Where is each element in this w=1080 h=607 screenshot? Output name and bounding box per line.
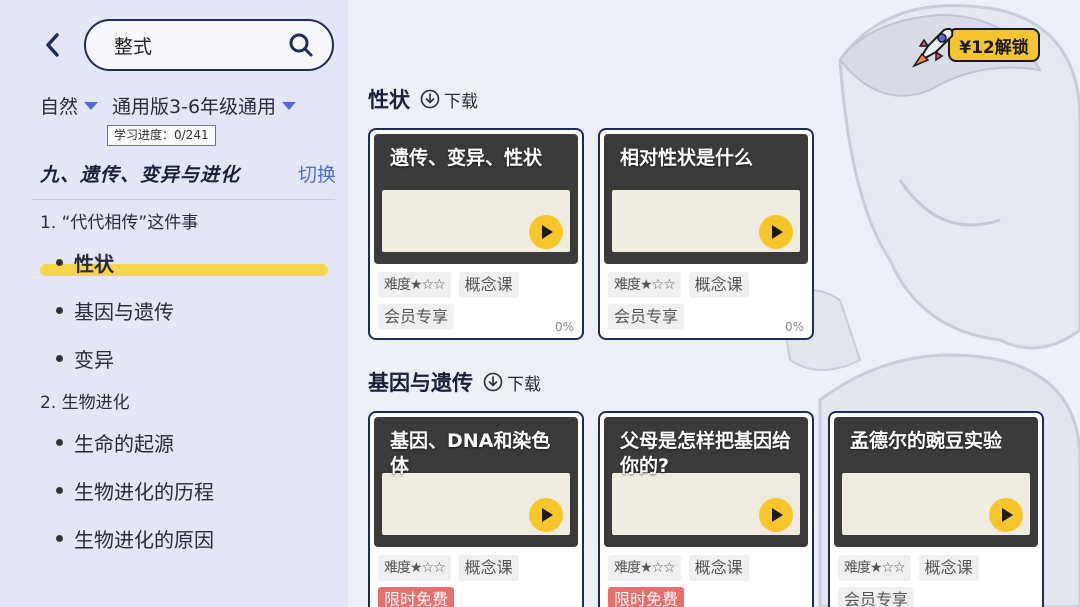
nav-item-label: 生命的起源 [74, 431, 174, 456]
subject-label: 自然 [40, 96, 79, 118]
back-button[interactable] [38, 30, 68, 60]
nav-item-label: 基因与遗传 [74, 299, 174, 324]
video-thumbnail: 孟德尔的豌豆实验 [834, 417, 1038, 547]
access-tag: 会员专享 [608, 304, 685, 330]
nav-item-label: 生物进化的原因 [74, 527, 214, 552]
difficulty-tag: 难度★☆☆ [608, 272, 681, 298]
video-thumbnail: 遗传、变异、性状 [374, 134, 578, 264]
difficulty-tag: 难度★☆☆ [838, 555, 911, 581]
nav-item-variation[interactable]: 变异 [40, 334, 336, 382]
card-title: 父母是怎样把基因给你的? [620, 430, 792, 477]
search-value: 整式 [114, 35, 153, 58]
type-tag: 概念课 [918, 555, 979, 581]
card-tags: 难度★☆☆ 概念课 限时免费 [608, 555, 806, 607]
video-thumbnail: 父母是怎样把基因给你的? [604, 417, 808, 547]
edition-label: 通用版3-6年级通用 [112, 96, 277, 118]
nav-item-genes-heredity[interactable]: 基因与遗传 [40, 286, 336, 334]
lesson-card[interactable]: 相对性状是什么 难度★☆☆ 概念课 会员专享 0% [598, 128, 814, 340]
card-tags: 难度★☆☆ 概念课 会员专享 [378, 272, 576, 330]
progress-percent: 0% [554, 320, 574, 334]
bullet-icon [56, 306, 63, 314]
download-label: 下载 [507, 374, 541, 395]
nav-item-traits[interactable]: 性状 [40, 238, 336, 286]
access-tag: 限时免费 [378, 587, 455, 607]
nav-item-label: 变异 [74, 347, 114, 372]
section-header: 性状 下载 [368, 84, 478, 114]
lesson-card[interactable]: 孟德尔的豌豆实验 难度★☆☆ 概念课 会员专享 [828, 411, 1044, 607]
caret-down-icon [282, 101, 297, 110]
section-title: 性状 [368, 88, 410, 112]
play-icon[interactable] [528, 214, 564, 250]
filter-bar: 自然 通用版3-6年级通用 [40, 92, 297, 119]
subject-dropdown[interactable]: 自然 [40, 92, 99, 119]
difficulty-tag: 难度★☆☆ [378, 555, 451, 581]
access-tag: 会员专享 [838, 587, 915, 607]
download-label: 下载 [444, 91, 478, 112]
download-button[interactable]: 下载 [420, 87, 478, 112]
play-icon[interactable] [528, 497, 564, 533]
lesson-card[interactable]: 遗传、变异、性状 难度★☆☆ 概念课 会员专享 0% [368, 128, 584, 340]
chapter-title: 九、遗传、变异与进化 [40, 164, 241, 186]
access-tag: 限时免费 [608, 587, 685, 607]
chevron-left-icon [46, 33, 59, 57]
type-tag: 概念课 [688, 272, 749, 298]
lesson-nav: 1. “代代相传”这件事 性状 基因与遗传 变异 2. 生物进化 生命的起源 生… [40, 208, 336, 562]
card-title: 基因、DNA和染色体 [390, 430, 551, 477]
progress-percent: 0% [784, 320, 804, 334]
nav-item-origin-of-life[interactable]: 生命的起源 [40, 418, 336, 466]
download-button[interactable]: 下载 [483, 370, 541, 395]
lesson-card[interactable]: 父母是怎样把基因给你的? 难度★☆☆ 概念课 限时免费 [598, 411, 814, 607]
switch-chapter-link[interactable]: 切换 [298, 160, 336, 187]
video-thumbnail: 基因、DNA和染色体 [374, 417, 578, 547]
nav-section-title: 1. “代代相传”这件事 [40, 213, 199, 233]
difficulty-tag: 难度★☆☆ [378, 272, 451, 298]
difficulty-tag: 难度★☆☆ [608, 555, 681, 581]
bullet-icon [56, 486, 63, 494]
nav-section-title: 2. 生物进化 [40, 393, 130, 413]
bullet-icon [56, 438, 63, 446]
nav-item-evolution-process[interactable]: 生物进化的历程 [40, 466, 336, 514]
download-icon [420, 89, 440, 109]
chapter-header: 九、遗传、变异与进化 切换 [40, 160, 336, 187]
main-content: ¥12解锁 性状 下载 遗传、变异、性状 难度★☆☆ 概念课 会员专享 0% 相… [348, 0, 1080, 607]
rocket-icon [911, 27, 954, 68]
nav-item-evolution-causes[interactable]: 生物进化的原因 [40, 514, 336, 562]
card-title: 孟德尔的豌豆实验 [850, 430, 1003, 452]
video-thumbnail: 相对性状是什么 [604, 134, 808, 264]
bullet-icon [56, 534, 63, 542]
bullet-icon [56, 354, 63, 362]
sidebar: 整式 自然 通用版3-6年级通用 学习进度：0/241 九、遗传、变异与进化 切… [0, 0, 348, 607]
play-icon[interactable] [988, 497, 1024, 533]
type-tag: 概念课 [458, 555, 519, 581]
section-title: 基因与遗传 [368, 371, 473, 395]
card-tags: 难度★☆☆ 概念课 会员专享 [608, 272, 806, 330]
caret-down-icon [84, 101, 99, 110]
unlock-button[interactable]: ¥12解锁 [910, 24, 1040, 68]
card-title: 遗传、变异、性状 [390, 147, 543, 169]
lesson-card[interactable]: 基因、DNA和染色体 难度★☆☆ 概念课 限时免费 [368, 411, 584, 607]
card-title: 相对性状是什么 [620, 147, 754, 169]
play-icon[interactable] [758, 497, 794, 533]
bullet-icon [56, 258, 63, 266]
type-tag: 概念课 [688, 555, 749, 581]
access-tag: 会员专享 [378, 304, 455, 330]
play-icon[interactable] [758, 214, 794, 250]
divider [32, 199, 335, 200]
search-input[interactable]: 整式 [84, 19, 334, 71]
type-tag: 概念课 [458, 272, 519, 298]
edition-dropdown[interactable]: 通用版3-6年级通用 [112, 92, 297, 119]
unlock-price: ¥12解锁 [948, 28, 1040, 62]
download-icon [483, 372, 503, 392]
nav-item-label: 性状 [74, 251, 114, 276]
card-tags: 难度★☆☆ 概念课 会员专享 [838, 555, 1036, 607]
section-header: 基因与遗传 下载 [368, 367, 541, 397]
card-tags: 难度★☆☆ 概念课 限时免费 [378, 555, 576, 607]
search-icon[interactable] [288, 32, 314, 58]
progress-badge: 学习进度：0/241 [107, 125, 216, 146]
nav-item-label: 生物进化的历程 [74, 479, 214, 504]
